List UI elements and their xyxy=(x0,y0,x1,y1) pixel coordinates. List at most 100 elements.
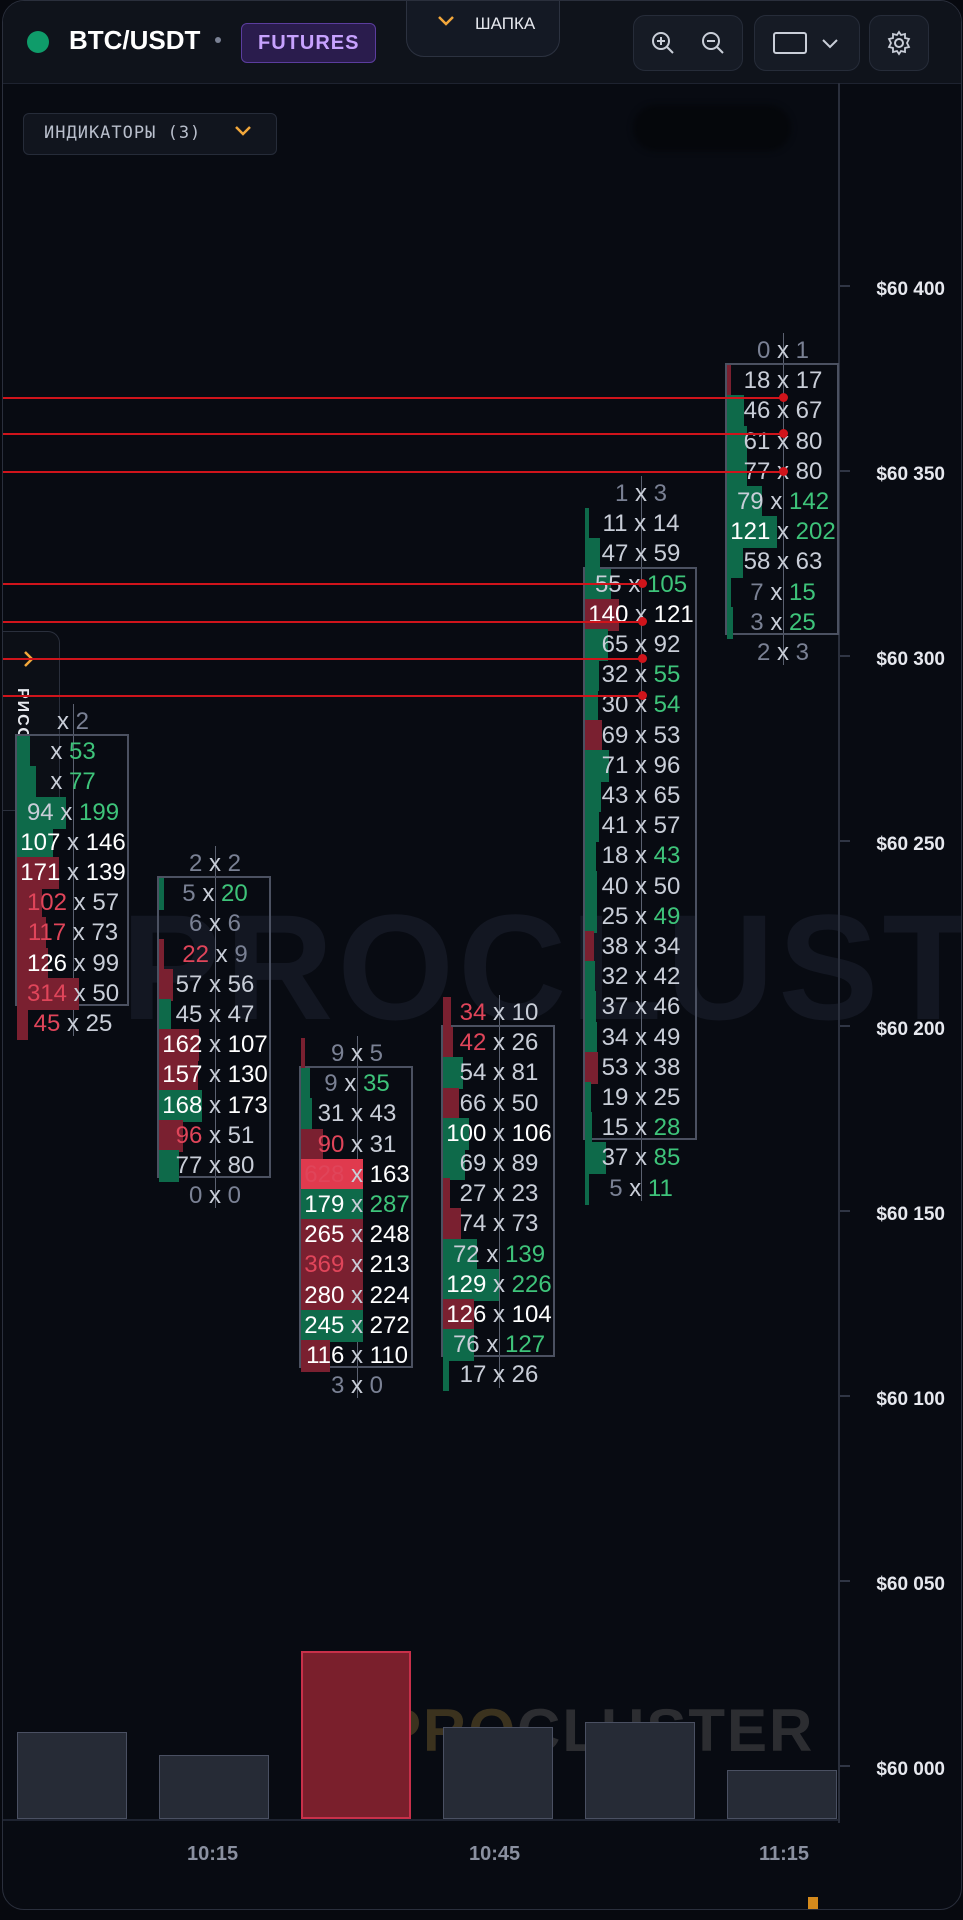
layout-selector[interactable] xyxy=(754,15,860,71)
separator: x xyxy=(344,1130,370,1158)
separator: x xyxy=(627,510,653,538)
separator: x xyxy=(628,993,654,1021)
price-axis[interactable]: $60 400 $60 350 $60 300 $60 250 $60 200 … xyxy=(838,83,961,1823)
bid-volume: 32 xyxy=(601,963,629,991)
separator: x xyxy=(344,1191,370,1218)
bid-volume: 100 xyxy=(446,1119,487,1147)
ask-volume: 6 xyxy=(227,910,242,938)
ask-volume: 226 xyxy=(511,1270,552,1298)
bid-volume: 1 xyxy=(614,480,629,507)
bid-volume: 265 xyxy=(304,1221,345,1249)
volume-bar[interactable] xyxy=(727,1770,837,1819)
ask-volume: 63 xyxy=(795,548,823,576)
cluster-values: x 2 xyxy=(57,708,89,735)
level-line[interactable] xyxy=(3,579,647,588)
cluster-values: 79 x 142 xyxy=(737,488,829,515)
bid-volume: 628 xyxy=(304,1160,345,1188)
cluster-row[interactable]: 0 x 0 xyxy=(159,1178,271,1214)
bid-volume: 2 xyxy=(756,639,771,666)
cluster-row[interactable]: 5 x 11 xyxy=(585,1171,697,1207)
cluster-values: 369 x 213 xyxy=(304,1251,409,1278)
cluster-values: 100 x 106 xyxy=(446,1120,551,1147)
cluster-row[interactable]: 45 x 25 xyxy=(17,1006,129,1042)
cluster-values: 1 x 3 xyxy=(615,480,667,507)
cluster-values: 280 x 224 xyxy=(304,1282,409,1309)
separator: x xyxy=(628,812,654,840)
zoom-out-icon[interactable] xyxy=(700,30,726,56)
ask-volume: 25 xyxy=(653,1084,681,1111)
separator: x xyxy=(628,540,654,568)
ask-volume: 105 xyxy=(647,570,688,598)
ask-volume: 67 xyxy=(795,397,823,425)
bid-volume: 168 xyxy=(162,1091,203,1119)
ask-volume: 127 xyxy=(505,1331,546,1359)
cluster-values: 42 x 26 xyxy=(460,1029,539,1056)
level-line[interactable] xyxy=(3,654,647,663)
separator: x xyxy=(202,1001,228,1028)
market-badge[interactable]: FUTURES xyxy=(241,23,377,63)
volume-bar[interactable] xyxy=(17,1731,127,1819)
separator: x xyxy=(486,1119,512,1147)
volume-bar[interactable] xyxy=(159,1755,269,1819)
bid-volume: 34 xyxy=(601,1023,629,1051)
bid-volume: 22 xyxy=(182,940,209,968)
volume-profile-bar xyxy=(17,766,36,799)
cluster-values: 265 x 248 xyxy=(304,1221,409,1248)
cluster-values: 76 x 127 xyxy=(453,1331,545,1358)
volume-bar[interactable] xyxy=(443,1726,553,1819)
cluster-values: 0 x 1 xyxy=(757,337,809,364)
ask-volume: 54 xyxy=(653,691,681,719)
volume-profile-bar xyxy=(585,870,598,903)
separator: x xyxy=(344,1160,370,1188)
level-line[interactable] xyxy=(3,429,788,438)
zoom-in-icon[interactable] xyxy=(650,30,676,56)
rectangle-icon xyxy=(773,32,807,54)
cluster-row[interactable]: 3 x 0 xyxy=(301,1368,413,1404)
separator: x xyxy=(628,480,654,507)
bid-volume: 32 xyxy=(601,661,629,689)
cluster-row[interactable]: 2 x 3 xyxy=(727,635,839,671)
level-line[interactable] xyxy=(3,393,788,402)
ask-volume: 65 xyxy=(653,782,681,809)
cluster-values: 71 x 96 xyxy=(602,752,681,779)
volume-bar[interactable] xyxy=(585,1721,695,1819)
tick xyxy=(840,470,850,472)
time-label: 10:45 xyxy=(469,1843,521,1865)
ask-volume: 50 xyxy=(511,1089,539,1117)
separator: x xyxy=(60,828,86,856)
bid-volume: 37 xyxy=(601,1144,629,1172)
cluster-values: 126 x 104 xyxy=(446,1301,551,1328)
bid-volume: 69 xyxy=(601,721,629,749)
cluster-values: 32 x 42 xyxy=(602,963,681,990)
tick xyxy=(840,1580,850,1582)
cluster-values: 7 x 15 xyxy=(750,579,815,606)
symbol-selector[interactable]: BTC/USDT xyxy=(69,25,200,56)
cluster-values: 18 x 17 xyxy=(744,367,823,394)
volume-profile-bar xyxy=(727,395,744,428)
separator: x xyxy=(344,1372,370,1400)
header-toggle-tab[interactable]: ШАПКА xyxy=(406,1,560,57)
hidden-overlay xyxy=(633,105,791,151)
app-window: BTC/USDT FUTURES ШАПКА ИНДИКАТОРЫ (3) PR… xyxy=(2,0,962,1910)
cluster-values: 6 x 6 xyxy=(189,910,241,937)
settings-button[interactable] xyxy=(869,15,929,71)
indicators-dropdown[interactable]: ИНДИКАТОРЫ (3) xyxy=(23,113,277,155)
cluster-values: 69 x 89 xyxy=(460,1150,539,1177)
volume-profile-bar xyxy=(17,736,31,769)
bid-volume: 245 xyxy=(304,1311,345,1339)
cluster-values: 121 x 202 xyxy=(730,518,835,545)
level-line[interactable] xyxy=(3,617,647,626)
volume-profile-bar xyxy=(443,997,452,1029)
chevron-down-icon xyxy=(437,14,455,32)
cluster-row[interactable]: 17 x 26 xyxy=(443,1357,555,1393)
level-line[interactable] xyxy=(3,467,788,476)
level-line[interactable] xyxy=(3,691,647,700)
separator: x xyxy=(486,999,512,1026)
bid-volume: 76 xyxy=(452,1331,480,1359)
cluster-values: 74 x 73 xyxy=(460,1210,539,1237)
price-label: $60 200 xyxy=(876,1019,945,1040)
bid-volume: 45 xyxy=(175,1001,203,1028)
ask-volume: 1 xyxy=(795,337,810,364)
bid-volume: 15 xyxy=(601,1114,629,1142)
volume-bar[interactable] xyxy=(301,1651,411,1819)
